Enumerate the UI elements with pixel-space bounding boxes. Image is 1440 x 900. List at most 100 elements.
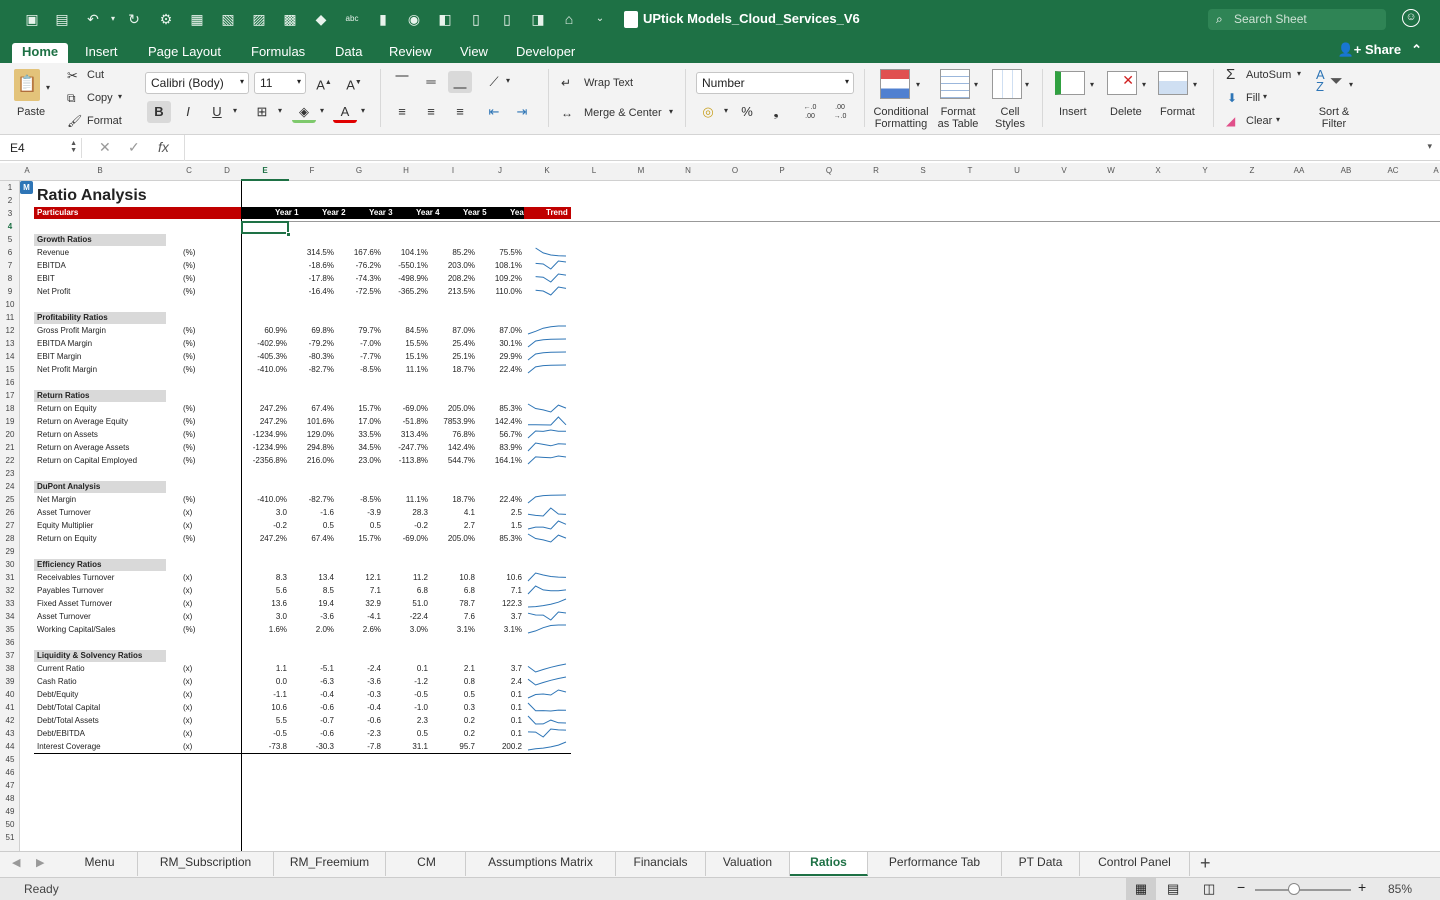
decrease-font-size-icon[interactable]: A▼ bbox=[342, 72, 366, 94]
row-header[interactable]: 31 bbox=[0, 573, 20, 582]
row-header[interactable]: 36 bbox=[0, 638, 20, 647]
column-header[interactable]: T bbox=[960, 166, 980, 175]
row-header[interactable]: 39 bbox=[0, 677, 20, 686]
cancel-icon[interactable]: ✕ bbox=[99, 139, 111, 156]
column-header[interactable]: V bbox=[1054, 166, 1074, 175]
tab-page-layout[interactable]: Page Layout bbox=[138, 43, 231, 63]
sheet-tab-menu[interactable]: Menu bbox=[62, 852, 138, 876]
selected-cell-e4[interactable] bbox=[241, 221, 289, 234]
increase-font-size-icon[interactable]: A▲ bbox=[312, 72, 336, 94]
zoom-slider[interactable] bbox=[1255, 889, 1351, 891]
sheet-tab-rm-subscription[interactable]: RM_Subscription bbox=[138, 852, 274, 876]
sort-filter-button[interactable]: Sort & Filter bbox=[1314, 106, 1354, 130]
enter-checkmark-icon[interactable]: ✓ bbox=[128, 139, 140, 156]
copy-label[interactable]: Copy bbox=[87, 92, 113, 104]
align-bottom-icon[interactable]: ⎽ bbox=[448, 71, 472, 93]
row-header[interactable]: 46 bbox=[0, 768, 20, 777]
row-header[interactable]: 20 bbox=[0, 430, 20, 439]
sheet-tab-pt-data[interactable]: PT Data bbox=[1002, 852, 1080, 876]
fill-button[interactable]: Fill bbox=[1246, 92, 1260, 104]
column-header[interactable]: C bbox=[179, 166, 199, 175]
row-header[interactable]: 47 bbox=[0, 781, 20, 790]
toolbar-icon-6[interactable]: ▮ bbox=[374, 10, 392, 28]
cell-styles-button[interactable]: Cell Styles bbox=[992, 106, 1028, 130]
row-header[interactable]: 27 bbox=[0, 521, 20, 530]
feedback-smiley-icon[interactable]: ☺ bbox=[1402, 9, 1420, 27]
increase-indent-icon[interactable]: ⇥ bbox=[510, 101, 534, 123]
column-header[interactable]: P bbox=[772, 166, 792, 175]
autosum-icon[interactable]: Σ bbox=[1226, 66, 1235, 83]
row-header[interactable]: 29 bbox=[0, 547, 20, 556]
tab-formulas[interactable]: Formulas bbox=[241, 43, 315, 63]
sheet-tab-assumptions-matrix[interactable]: Assumptions Matrix bbox=[466, 852, 616, 876]
column-header[interactable]: G bbox=[349, 166, 369, 175]
align-top-icon[interactable]: ⎺ bbox=[390, 71, 414, 93]
sheet-tab-valuation[interactable]: Valuation bbox=[706, 852, 790, 876]
row-header[interactable]: 4 bbox=[0, 222, 20, 231]
toolbar-icon-11[interactable]: ◨ bbox=[529, 10, 547, 28]
column-header[interactable]: E bbox=[255, 166, 275, 175]
sheet-tab-performance-tab[interactable]: Performance Tab bbox=[868, 852, 1002, 876]
insert-cells-dropdown-icon[interactable]: ▾ bbox=[1090, 80, 1094, 89]
toolbar-icon-1[interactable]: ▦ bbox=[188, 10, 206, 28]
column-header[interactable]: B bbox=[90, 166, 110, 175]
column-header[interactable]: Q bbox=[819, 166, 839, 175]
delete-cells-icon[interactable]: ✕ bbox=[1107, 71, 1137, 95]
number-format-select[interactable]: Number ▾ bbox=[696, 72, 854, 94]
sidebar-toggle-icon[interactable]: ▣ bbox=[23, 10, 41, 28]
conditional-formatting-dropdown-icon[interactable]: ▾ bbox=[916, 80, 920, 89]
delete-cells-button[interactable]: Delete bbox=[1110, 106, 1142, 118]
selection-fill-handle[interactable] bbox=[286, 232, 291, 237]
wrap-text-icon[interactable]: ↵ bbox=[561, 76, 571, 90]
merge-dropdown-icon[interactable]: ▾ bbox=[669, 107, 673, 116]
row-header[interactable]: 11 bbox=[0, 313, 20, 322]
fill-dropdown-icon[interactable]: ▾ bbox=[1263, 92, 1267, 101]
row-header[interactable]: 33 bbox=[0, 599, 20, 608]
row-header[interactable]: 9 bbox=[0, 287, 20, 296]
align-right-icon[interactable]: ≡ bbox=[448, 101, 472, 123]
tab-insert[interactable]: Insert bbox=[75, 43, 128, 63]
tab-data[interactable]: Data bbox=[325, 43, 372, 63]
row-header[interactable]: 23 bbox=[0, 469, 20, 478]
paste-icon[interactable]: 📋 bbox=[14, 69, 40, 101]
toolbar-icon-10[interactable]: ▯ bbox=[498, 10, 516, 28]
row-header[interactable]: 35 bbox=[0, 625, 20, 634]
sort-filter-icon[interactable]: AZ bbox=[1316, 68, 1325, 93]
row-header[interactable]: 51 bbox=[0, 833, 20, 842]
toolbar-icon-9[interactable]: ▯ bbox=[467, 10, 485, 28]
macro-icon[interactable]: ⚙ bbox=[157, 10, 175, 28]
row-header[interactable]: 34 bbox=[0, 612, 20, 621]
row-header[interactable]: 42 bbox=[0, 716, 20, 725]
zoom-in-icon[interactable]: + bbox=[1358, 879, 1366, 895]
delete-cells-dropdown-icon[interactable]: ▾ bbox=[1142, 80, 1146, 89]
row-header[interactable]: 21 bbox=[0, 443, 20, 452]
underline-dropdown-icon[interactable]: ▾ bbox=[233, 106, 237, 115]
column-header[interactable]: O bbox=[725, 166, 745, 175]
row-header[interactable]: 19 bbox=[0, 417, 20, 426]
format-cells-dropdown-icon[interactable]: ▾ bbox=[1193, 80, 1197, 89]
insert-function-icon[interactable]: fx bbox=[158, 139, 169, 155]
row-header[interactable]: 15 bbox=[0, 365, 20, 374]
orientation-icon[interactable]: ⟋ bbox=[482, 71, 506, 93]
row-header[interactable]: 24 bbox=[0, 482, 20, 491]
underline-button[interactable]: U bbox=[205, 101, 229, 123]
column-header[interactable]: H bbox=[396, 166, 416, 175]
accounting-format-icon[interactable]: ◎ bbox=[696, 101, 720, 123]
format-cells-button[interactable]: Format bbox=[1160, 106, 1195, 118]
align-middle-icon[interactable]: ═ bbox=[419, 71, 443, 93]
tab-review[interactable]: Review bbox=[379, 43, 442, 63]
zoom-slider-thumb[interactable] bbox=[1288, 883, 1300, 895]
column-header[interactable]: I bbox=[443, 166, 463, 175]
row-header[interactable]: 26 bbox=[0, 508, 20, 517]
column-header[interactable]: F bbox=[302, 166, 322, 175]
sheet-tab-rm-freemium[interactable]: RM_Freemium bbox=[274, 852, 386, 876]
column-header[interactable]: A bbox=[1426, 166, 1440, 175]
clear-eraser-icon[interactable]: ◢ bbox=[1226, 114, 1235, 128]
bold-button[interactable]: B bbox=[147, 101, 171, 123]
format-as-table-dropdown-icon[interactable]: ▾ bbox=[974, 80, 978, 89]
expand-formula-bar-icon[interactable]: ▾ bbox=[1427, 141, 1432, 152]
filter-funnel-icon[interactable]: ⏷ bbox=[1330, 73, 1343, 91]
column-header[interactable]: Y bbox=[1195, 166, 1215, 175]
customize-toolbar-icon[interactable]: ⌄ bbox=[591, 10, 609, 28]
paste-label[interactable]: Paste bbox=[17, 106, 45, 118]
